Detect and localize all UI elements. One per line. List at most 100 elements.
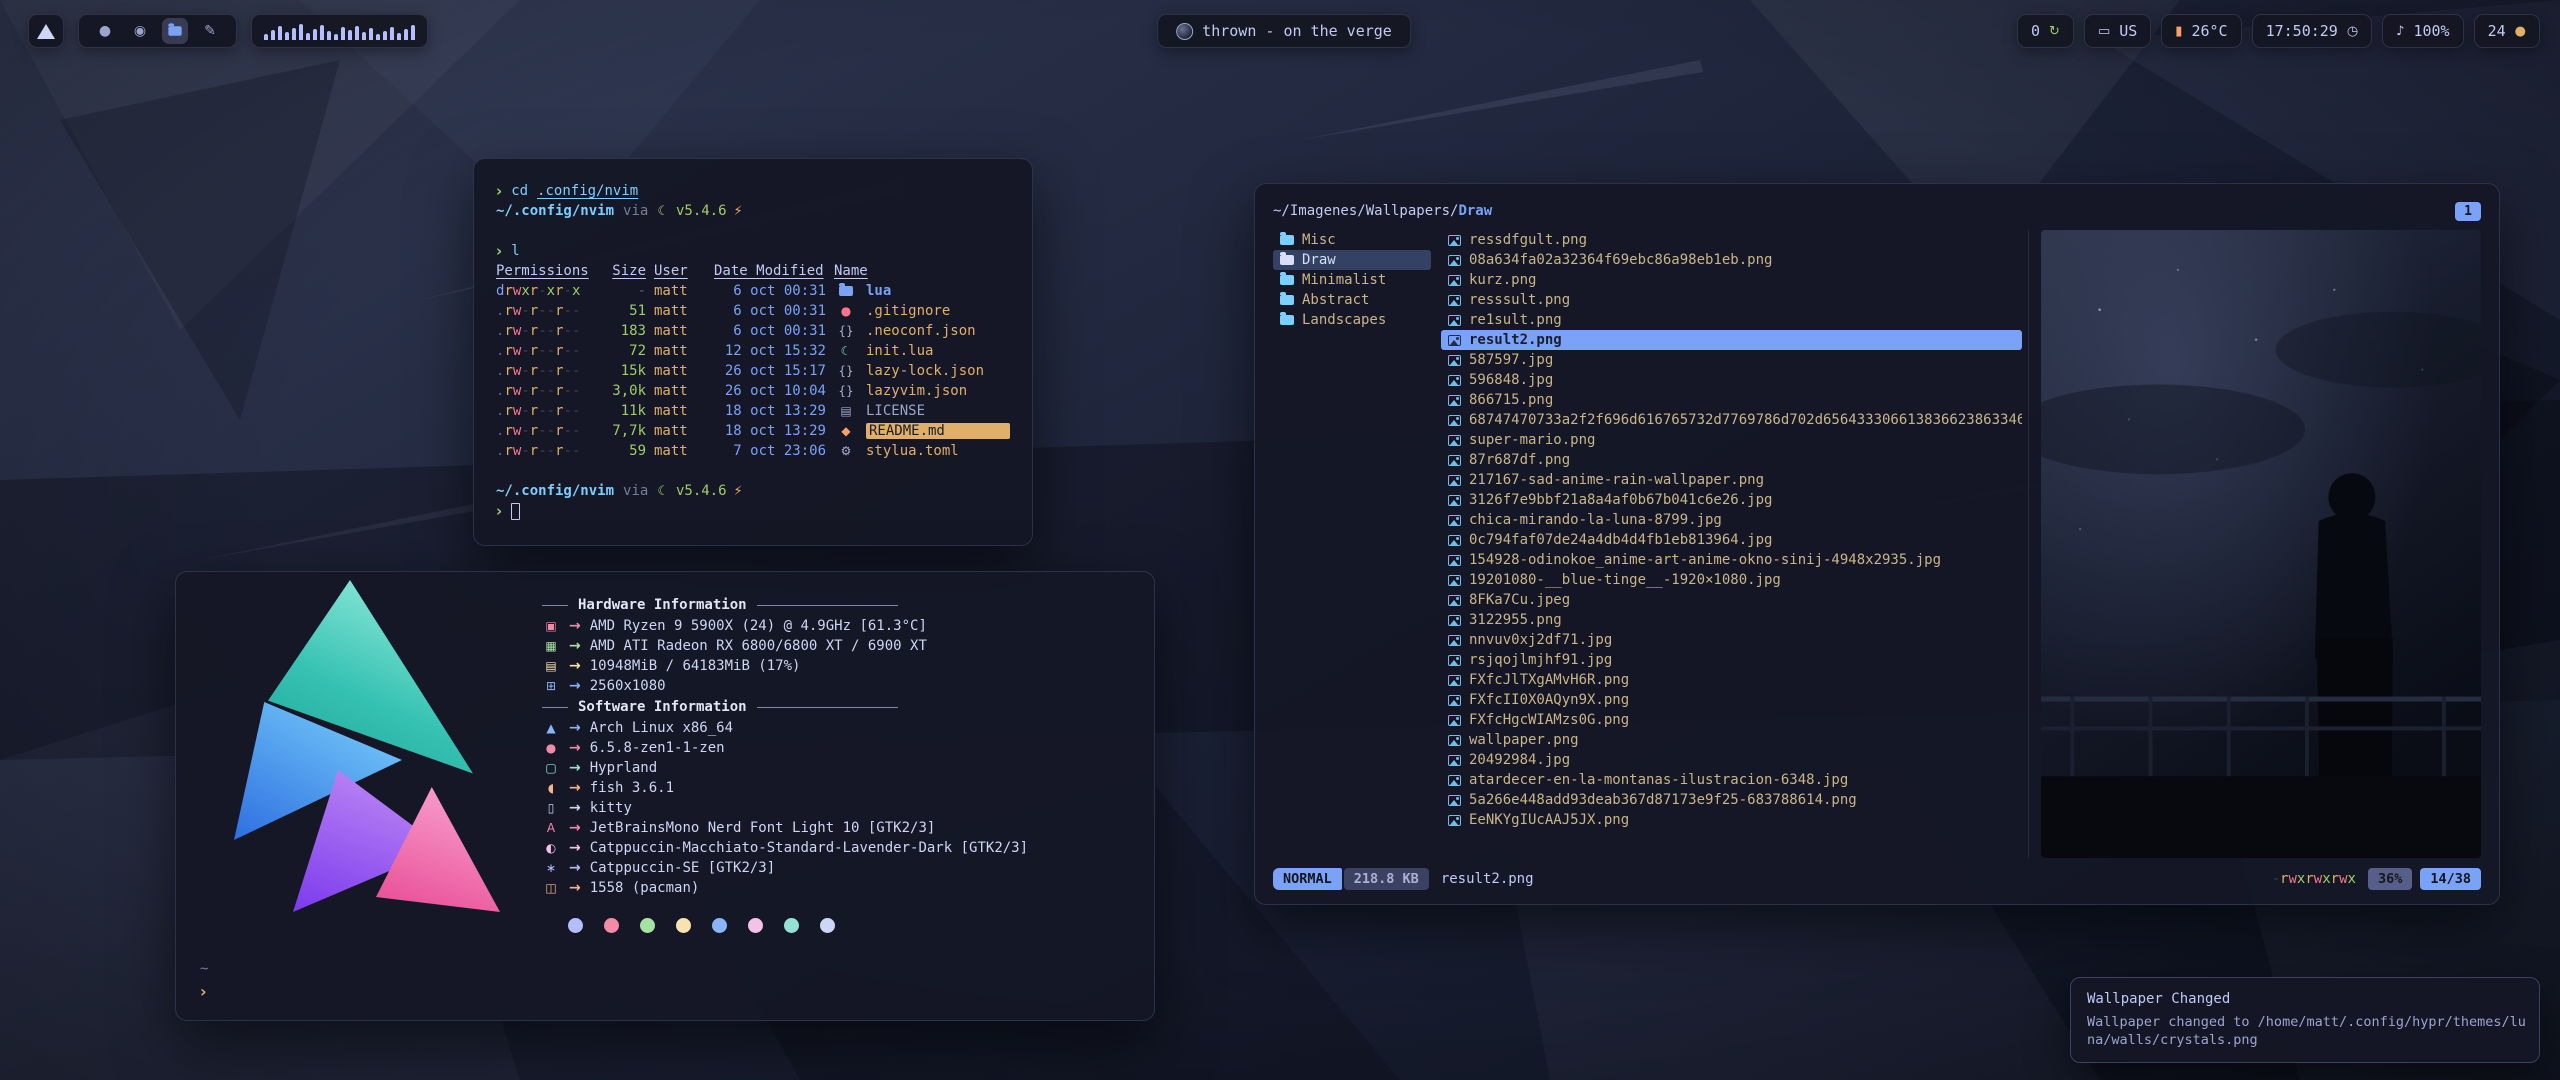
file-row[interactable]: 08a634fa02a32364f69ebc86a98eb1eb.png: [1441, 250, 2022, 270]
file-row[interactable]: FXfcHgcWIAMzs0G.png: [1441, 710, 2022, 730]
file-row[interactable]: 19201080-__blue-tinge__-1920×1080.jpg: [1441, 570, 2022, 590]
palette-dot: [568, 918, 583, 933]
file-row[interactable]: EeNKYgIUcAAJ5JX.png: [1441, 810, 2022, 830]
file-row[interactable]: chica-mirando-la-luna-8799.jpg: [1441, 510, 2022, 530]
display-icon: ⊞: [542, 679, 560, 693]
keyboard-layout-module[interactable]: ▭US: [2084, 14, 2151, 48]
clock-module[interactable]: 17:50:29◷: [2252, 14, 2373, 48]
file-row[interactable]: super-mario.png: [1441, 430, 2022, 450]
file-row[interactable]: 154928-odinokoe_anime-art-anime-okno-sin…: [1441, 550, 2022, 570]
directory-row[interactable]: Misc: [1273, 230, 1431, 250]
arrow-icon: →: [569, 638, 581, 654]
file-row[interactable]: FXfcJlTXgAMvH6R.png: [1441, 670, 2022, 690]
workspace-3[interactable]: [162, 18, 188, 44]
listing-body: drwxr-xr-x-matt6 oct 00:31lua.rw-r--r--5…: [496, 281, 1010, 461]
file-row[interactable]: rsjqojlmjhf91.jpg: [1441, 650, 2022, 670]
file-row[interactable]: re1sult.png: [1441, 310, 2022, 330]
visualizer-bar: [355, 26, 359, 40]
file-row[interactable]: atardecer-en-la-montanas-ilustracion-634…: [1441, 770, 2022, 790]
volume-module[interactable]: ♪100%: [2382, 14, 2463, 48]
info-value: kitty: [590, 800, 632, 816]
file-name: init.lua: [866, 343, 1010, 359]
image-icon: [1448, 655, 1461, 666]
workspace-4[interactable]: ✎: [197, 18, 223, 44]
file-name: kurz.png: [1469, 272, 1536, 288]
file-name: super-mario.png: [1469, 432, 1595, 448]
directory-row[interactable]: Abstract: [1273, 290, 1431, 310]
visualizer-bar: [278, 26, 282, 40]
launcher-button[interactable]: [28, 14, 64, 48]
status-bar: NORMAL 218.8 KB result2.png -rwxrwxrwx 3…: [1273, 866, 2481, 892]
prompt-path: ~/.config/nvim: [496, 483, 614, 499]
file-row[interactable]: 217167-sad-anime-rain-wallpaper.png: [1441, 470, 2022, 490]
visualizer-bar: [285, 32, 289, 40]
file-name: 217167-sad-anime-rain-wallpaper.png: [1469, 472, 1764, 488]
moon-icon: ☾: [834, 344, 858, 358]
tab-badge[interactable]: 1: [2455, 202, 2481, 221]
visualizer-bar: [397, 33, 401, 40]
music-player[interactable]: thrown - on the verge: [1157, 14, 1411, 48]
info-value: AMD ATI Radeon RX 6800/6800 XT / 6900 XT: [590, 638, 927, 654]
visualizer-bar: [376, 34, 380, 40]
file-row[interactable]: 3126f7e9bbf21a8a4af0b67b041c6e26.jpg: [1441, 490, 2022, 510]
preview-art: [2041, 230, 2481, 858]
image-icon: [1448, 635, 1461, 646]
file-row[interactable]: resssult.png: [1441, 290, 2022, 310]
json-icon: {}: [834, 364, 858, 378]
file-row[interactable]: 587597.jpg: [1441, 350, 2022, 370]
file-row[interactable]: kurz.png: [1441, 270, 2022, 290]
file-row[interactable]: 0c794faf07de24a4db4d4fb1eb813964.jpg: [1441, 530, 2022, 550]
arrow-icon: →: [569, 800, 581, 816]
breadcrumb: ~/Imagenes/Wallpapers/Draw: [1273, 203, 1492, 219]
file-row[interactable]: wallpaper.png: [1441, 730, 2022, 750]
info-line: ▤→10948MiB / 64183MiB (17%): [542, 656, 1138, 676]
arch-icon: [37, 24, 55, 39]
info-value: 2560x1080: [590, 678, 666, 694]
workspace-1[interactable]: ●: [92, 18, 118, 44]
directory-row[interactable]: Landscapes: [1273, 310, 1431, 330]
info-value: 6.5.8-zen1-1-zen: [590, 740, 725, 756]
audio-visualizer: [251, 14, 428, 48]
file-row[interactable]: 3122955.png: [1441, 610, 2022, 630]
updates-module[interactable]: 0↻: [2017, 14, 2074, 48]
file-row[interactable]: 866715.png: [1441, 390, 2022, 410]
listing-row: .rw-r--r--15kmatt26 oct 15:17{}lazy-lock…: [496, 361, 1010, 381]
notifications-module[interactable]: 24●: [2474, 14, 2540, 48]
file-row[interactable]: result2.png: [1441, 330, 2022, 350]
temperature-module[interactable]: ▮26°C: [2161, 14, 2241, 48]
visualizer-bar: [327, 31, 331, 40]
workspace-2[interactable]: ◉: [127, 18, 153, 44]
workspace-circle-icon: ●: [99, 23, 111, 39]
file-row[interactable]: 20492984.jpg: [1441, 750, 2022, 770]
file-row[interactable]: nnvuv0xj2df71.jpg: [1441, 630, 2022, 650]
file-size: 59: [600, 443, 646, 459]
file-name: 19201080-__blue-tinge__-1920×1080.jpg: [1469, 572, 1781, 588]
current-file-name: result2.png: [1441, 871, 1534, 887]
file-owner: matt: [654, 283, 706, 299]
volume-label: 100%: [2413, 22, 2449, 40]
info-value: Arch Linux x86_64: [590, 720, 733, 736]
file-row[interactable]: 68747470733a2f2f696d616765732d7769786d70…: [1441, 410, 2022, 430]
notification-popup[interactable]: Wallpaper Changed Wallpaper changed to /…: [2070, 977, 2540, 1063]
mode-badge: NORMAL: [1273, 868, 1342, 890]
directory-row[interactable]: Draw: [1273, 250, 1431, 270]
workspaces: ● ◉ ✎: [78, 14, 237, 48]
section-title: Software Information: [578, 699, 747, 715]
prompt-via: via: [623, 203, 648, 219]
directory-row[interactable]: Minimalist: [1273, 270, 1431, 290]
file-row[interactable]: FXfcII0X0AQyn9X.png: [1441, 690, 2022, 710]
file-row[interactable]: ressdfgult.png: [1441, 230, 2022, 250]
file-row[interactable]: 87r687df.png: [1441, 450, 2022, 470]
file-name: 587597.jpg: [1469, 352, 1553, 368]
terminal-cursor[interactable]: [511, 503, 520, 520]
file-size: 7,7k: [600, 423, 646, 439]
clock-label: 17:50:29: [2266, 22, 2338, 40]
listing-row: .rw-r--r--51matt6 oct 00:31●.gitignore: [496, 301, 1010, 321]
file-row[interactable]: 8FKa7Cu.jpeg: [1441, 590, 2022, 610]
file-row[interactable]: 596848.jpg: [1441, 370, 2022, 390]
file-date: 7 oct 23:06: [714, 443, 826, 459]
file-row[interactable]: 5a266e448add93deab367d87173e9f25-6837886…: [1441, 790, 2022, 810]
image-icon: [1448, 435, 1461, 446]
image-icon: [1448, 735, 1461, 746]
keyboard-layout-label: US: [2119, 22, 2137, 40]
